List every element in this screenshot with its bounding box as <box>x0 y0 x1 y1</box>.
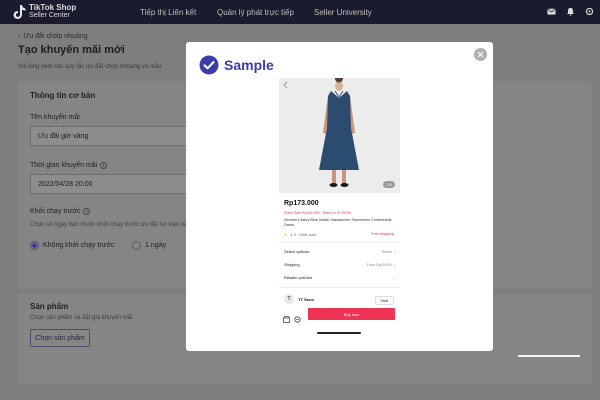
radio-one-day[interactable]: 1 ngày <box>132 241 166 250</box>
product-image[interactable]: 1/4 <box>279 78 400 193</box>
home-indicator <box>317 332 361 334</box>
nav-livestream-management[interactable]: Quản lý phát trực tiếp <box>217 0 294 24</box>
select-options-row[interactable]: Select options Select › <box>284 249 395 254</box>
sold-count: 100K sold <box>298 232 316 237</box>
chevron-right-icon: › <box>393 275 395 280</box>
warmup-label: Khởi chạy trước i <box>30 208 91 215</box>
brand-subtitle: Seller Center <box>29 12 70 19</box>
product-name: Women's Navy Blue Indian Handwoven Sleev… <box>284 218 392 227</box>
image-counter: 1/4 <box>383 181 395 188</box>
chevron-right-icon: › <box>393 249 395 254</box>
retailer-policies-row[interactable]: Retailer policies › <box>284 275 395 280</box>
checkmark-circle-icon <box>199 55 219 75</box>
shipping-value: From Rp10.000 › <box>367 263 395 267</box>
top-navigation-bar: TikTok Shop Seller Center Tiếp thị Liên … <box>0 0 600 24</box>
promotion-name-value: Ưu đãi giờ vàng <box>38 132 89 140</box>
bell-icon[interactable] <box>566 3 575 21</box>
promotion-time-label: Thời gian khuyến mãi i <box>30 162 108 169</box>
chat-icon[interactable] <box>294 310 301 323</box>
star-icon: ★ <box>284 233 288 237</box>
buy-now-button[interactable]: Buy now <box>308 308 395 320</box>
radio-no-warmup-label: Không khởi chạy trước <box>43 242 115 249</box>
promotion-name-input[interactable]: Ưu đãi giờ vàng <box>30 126 198 146</box>
nav-seller-university[interactable]: Seller University <box>314 0 372 24</box>
store-avatar: T <box>284 294 294 304</box>
select-options-value: Select › <box>382 250 395 254</box>
store-info[interactable]: T TT Store <box>284 294 314 304</box>
radio-no-warmup[interactable]: Không khởi chạy trước <box>30 241 114 250</box>
product-price: Rp173.000 <box>284 200 319 207</box>
phone-preview: 1/4 Rp173.000 Flash Sale Rp162.000 · Sta… <box>279 72 400 334</box>
brand-name: TikTok Shop <box>29 3 77 12</box>
preview-modal: Sample 1/4 Rp173.000 Flash Sale Rp162.00… <box>186 42 493 351</box>
tiktok-logo-icon <box>13 4 26 20</box>
close-icon <box>477 51 484 58</box>
divider <box>279 287 400 288</box>
close-button[interactable] <box>474 48 487 61</box>
warmup-hint: Chọn số ngày bạn muốn khởi chạy trước ưu… <box>30 222 188 228</box>
divider <box>279 242 400 243</box>
products-hint: Chọn sản phẩm và đặt giá khuyến mãi <box>30 315 133 321</box>
retailer-policies-label: Retailer policies <box>284 275 313 280</box>
basic-info-title: Thông tin cơ bản <box>30 91 96 100</box>
shipping-value-text: From Rp10.000 <box>366 262 392 267</box>
products-title: Sản phẩm <box>30 302 69 311</box>
buy-bar: Buy now <box>279 306 400 323</box>
back-link[interactable]: ‹ Ưu đãi chớp nhoáng <box>18 33 88 40</box>
sample-watermark: Sample <box>199 55 274 75</box>
select-products-button[interactable]: Chọn sản phẩm <box>30 329 90 347</box>
store-name: TT Store <box>298 296 315 302</box>
radio-one-day-label: 1 ngày <box>145 242 167 249</box>
visit-store-button[interactable]: Visit <box>374 296 394 305</box>
promotion-name-label: Tên khuyến mãi <box>30 114 80 121</box>
chevron-left-icon: ‹ <box>18 33 21 40</box>
retailer-policies-value: › <box>394 276 395 280</box>
shop-icon[interactable] <box>283 310 290 323</box>
sample-label: Sample <box>224 57 274 73</box>
promotion-time-value: 2022/04/28 20:00 <box>38 180 93 188</box>
scroll-indicator <box>518 355 580 357</box>
promotion-name-label-text: Tên khuyến mãi <box>30 114 80 121</box>
nav-affiliate-marketing[interactable]: Tiếp thị Liên kết <box>140 0 196 24</box>
radio-unselected-icon[interactable] <box>132 241 141 250</box>
page-subtitle: Vui lòng xem các quy tắc ưu đãi chớp nho… <box>18 64 162 70</box>
warmup-label-text: Khởi chạy trước <box>30 208 81 215</box>
radio-selected-icon[interactable] <box>30 241 39 250</box>
brand-text: TikTok Shop Seller Center <box>29 4 76 20</box>
chevron-right-icon: › <box>393 262 395 267</box>
tiktok-shop-logo[interactable]: TikTok Shop Seller Center <box>13 4 76 20</box>
flash-sale-label: Flash Sale Rp162.000 · Starts in 01:00:0… <box>284 211 351 215</box>
rating-value: 4.9 <box>290 232 296 237</box>
shipping-row[interactable]: Shipping From Rp10.000 › <box>284 262 395 267</box>
shipping-label: Shipping <box>284 262 300 267</box>
info-icon[interactable]: i <box>100 162 108 169</box>
promotion-time-input[interactable]: 2022/04/28 20:00 – <box>30 174 198 194</box>
product-rating: ★ 4.9 100K sold <box>284 232 316 238</box>
select-options-label: Select options <box>284 249 310 254</box>
free-shipping-badge: Free shipping <box>370 232 394 236</box>
page-title: Tạo khuyến mãi mới <box>18 44 125 56</box>
select-options-value-text: Select <box>381 249 392 254</box>
mail-icon[interactable] <box>547 3 556 21</box>
info-icon[interactable]: i <box>83 208 91 215</box>
top-icons <box>547 0 594 24</box>
back-link-label: Ưu đãi chớp nhoáng <box>23 33 88 40</box>
promotion-time-label-text: Thời gian khuyến mãi <box>30 162 98 169</box>
settings-icon[interactable] <box>585 3 594 21</box>
